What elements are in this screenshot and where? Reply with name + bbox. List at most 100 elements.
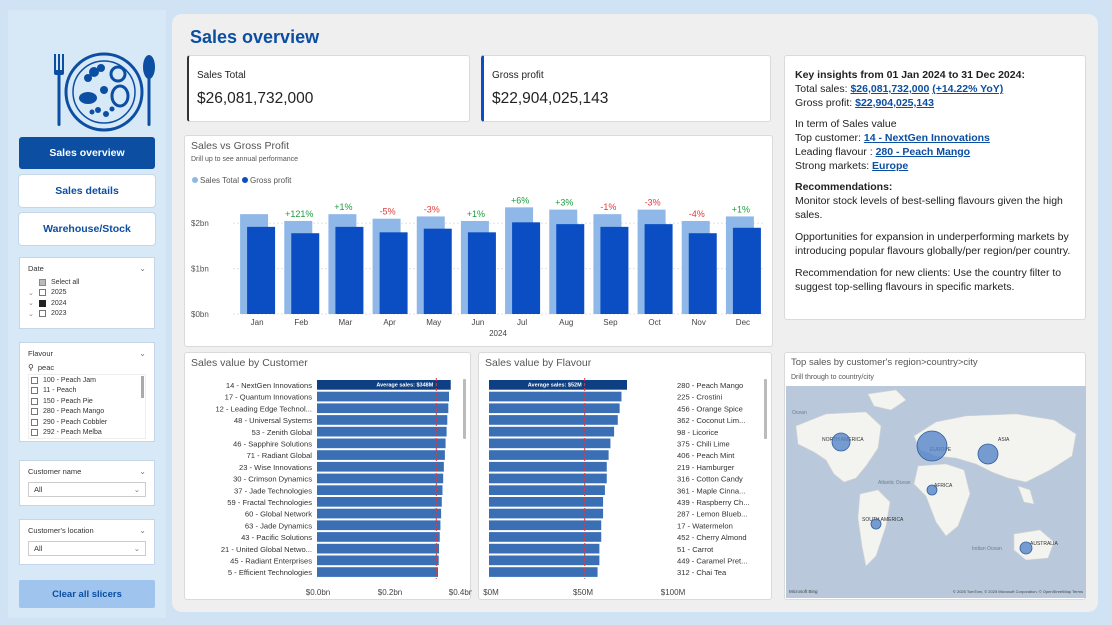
bar[interactable] xyxy=(317,485,443,495)
bar[interactable] xyxy=(317,426,447,437)
bar[interactable] xyxy=(489,508,604,519)
sales-vs-profit-chart-card[interactable]: Sales vs Gross Profit Drill up to see an… xyxy=(184,135,773,347)
flavour-item[interactable]: 100 - Peach Jam xyxy=(29,375,145,386)
profit-bar[interactable] xyxy=(291,233,320,314)
checkbox[interactable] xyxy=(31,429,38,437)
profit-bar[interactable] xyxy=(335,226,364,314)
bar[interactable] xyxy=(317,450,445,460)
bar[interactable] xyxy=(489,461,607,472)
bar[interactable] xyxy=(489,438,611,449)
kpi-sales-total-card[interactable]: Sales Total $26,081,732,000 xyxy=(187,55,470,122)
bar[interactable] xyxy=(317,555,439,566)
nav-sales-details-button[interactable]: Sales details xyxy=(19,175,155,207)
region-bubble[interactable] xyxy=(926,484,938,496)
profit-bar[interactable] xyxy=(688,233,717,314)
nav-sales-overview-button[interactable]: Sales overview xyxy=(19,137,155,169)
bar[interactable] xyxy=(317,415,448,425)
sales-by-flavour-chart-card[interactable]: Sales value by Flavour 280 - Peach Mango… xyxy=(478,352,772,600)
region-bubble[interactable] xyxy=(916,430,948,462)
date-year-item[interactable]: ⌄ 2024 xyxy=(20,298,154,309)
bar[interactable] xyxy=(317,520,441,531)
checkbox[interactable] xyxy=(39,289,46,297)
checkbox[interactable] xyxy=(39,310,46,318)
customer-location-dropdown[interactable]: All ⌄ xyxy=(28,541,146,556)
region-bubble[interactable] xyxy=(870,518,882,530)
bar[interactable] xyxy=(489,567,598,577)
date-select-all[interactable]: Select all xyxy=(20,277,154,288)
date-year-item[interactable]: ⌄ 2025 xyxy=(20,288,154,299)
sales-by-flavour-chart[interactable]: 280 - Peach Mango 225 - Crostini 456 - Ora… xyxy=(479,353,773,601)
flavour-search-input[interactable]: ⚲ peac xyxy=(20,362,154,373)
region-bubble[interactable] xyxy=(977,443,999,465)
bar[interactable] xyxy=(317,567,439,577)
chevron-down-icon[interactable]: ⌄ xyxy=(139,264,146,273)
bar[interactable] xyxy=(489,450,609,460)
profit-bar[interactable] xyxy=(556,224,585,314)
sales-by-customer-chart[interactable]: 14 - NextGen Innovations 17 - Quantum Inn… xyxy=(185,353,472,601)
checkbox[interactable] xyxy=(31,387,38,395)
world-map[interactable]: NORTH AMERICAEUROPEASIAAFRICASOUTH AMERI… xyxy=(786,386,1086,598)
bar[interactable] xyxy=(317,461,444,472)
flavour-item[interactable]: 280 - Peach Mango xyxy=(29,407,145,418)
bar[interactable] xyxy=(317,403,449,414)
date-slicer[interactable]: Date ⌄ Select all ⌄ 2025 ⌄ 2024 ⌄ 2023 xyxy=(19,257,155,329)
bar[interactable] xyxy=(489,555,600,566)
bar[interactable] xyxy=(317,497,442,507)
profit-bar[interactable] xyxy=(467,232,496,314)
profit-bar[interactable] xyxy=(247,226,276,314)
flavour-item[interactable]: 11 - Peach xyxy=(29,386,145,397)
sales-vs-profit-chart[interactable]: Sales Total Gross profit $0bn $1bn $2bn Jan Fe… xyxy=(185,136,774,348)
checkbox[interactable] xyxy=(39,299,46,307)
nav-warehouse-stock-button[interactable]: Warehouse/Stock xyxy=(19,213,155,245)
profit-bar[interactable] xyxy=(732,227,761,314)
checkbox[interactable] xyxy=(31,408,38,416)
flavour-item[interactable]: 150 - Peach Pie xyxy=(29,396,145,407)
customer-name-slicer[interactable]: Customer name ⌄ All ⌄ xyxy=(19,460,155,506)
profit-bar[interactable] xyxy=(600,226,629,314)
checkbox[interactable] xyxy=(31,397,38,405)
chevron-down-icon[interactable]: ⌄ xyxy=(139,526,146,535)
bar[interactable] xyxy=(317,508,442,519)
kpi-gross-profit-card[interactable]: Gross profit $22,904,025,143 xyxy=(481,55,771,122)
chevron-expand-icon[interactable]: ⌄ xyxy=(28,289,39,297)
bar[interactable] xyxy=(489,543,600,554)
region-bubble[interactable] xyxy=(831,432,851,452)
bar[interactable] xyxy=(317,473,444,484)
scrollbar[interactable] xyxy=(463,379,466,439)
bar[interactable] xyxy=(317,543,440,554)
profit-bar[interactable] xyxy=(644,224,673,314)
bar[interactable] xyxy=(489,473,607,484)
bar[interactable] xyxy=(317,438,446,449)
chevron-expand-icon[interactable]: ⌄ xyxy=(28,310,39,318)
flavour-item[interactable]: 292 - Peach Melba xyxy=(29,428,145,439)
chevron-down-icon[interactable]: ⌄ xyxy=(139,467,146,476)
bar[interactable] xyxy=(489,391,622,402)
bar[interactable] xyxy=(317,391,449,402)
profit-bar[interactable] xyxy=(379,232,408,314)
bar[interactable] xyxy=(317,532,440,542)
bar[interactable] xyxy=(489,403,620,414)
chevron-expand-icon[interactable]: ⌄ xyxy=(28,299,39,307)
bar[interactable] xyxy=(489,426,615,437)
flavour-item[interactable]: 290 - Peach Cobbler xyxy=(29,417,145,428)
bar[interactable] xyxy=(489,497,604,507)
profit-bar[interactable] xyxy=(423,228,452,314)
date-year-item[interactable]: ⌄ 2023 xyxy=(20,309,154,320)
bar[interactable] xyxy=(489,415,618,425)
customer-name-dropdown[interactable]: All ⌄ xyxy=(28,482,146,497)
sales-by-customer-chart-card[interactable]: Sales value by Customer 14 - NextGen Inn… xyxy=(184,352,472,601)
scrollbar[interactable] xyxy=(764,379,767,439)
scrollbar[interactable] xyxy=(141,376,144,398)
region-bubble[interactable] xyxy=(1019,541,1033,555)
customer-location-slicer[interactable]: Customer's location ⌄ All ⌄ xyxy=(19,519,155,565)
flavour-list[interactable]: 100 - Peach Jam 11 - Peach 150 - Peach P… xyxy=(28,374,146,439)
checkbox[interactable] xyxy=(31,376,38,384)
profit-bar[interactable] xyxy=(512,222,541,314)
sales-map-card[interactable]: Top sales by customer's region>country>c… xyxy=(784,352,1086,600)
checkbox[interactable] xyxy=(31,418,38,426)
flavour-slicer[interactable]: Flavour ⌄ ⚲ peac 100 - Peach Jam 11 - Pe… xyxy=(19,342,155,442)
checkbox[interactable] xyxy=(39,278,46,286)
chevron-down-icon[interactable]: ⌄ xyxy=(139,349,146,358)
bar[interactable] xyxy=(489,485,605,495)
clear-all-slicers-button[interactable]: Clear all slicers xyxy=(19,580,155,608)
